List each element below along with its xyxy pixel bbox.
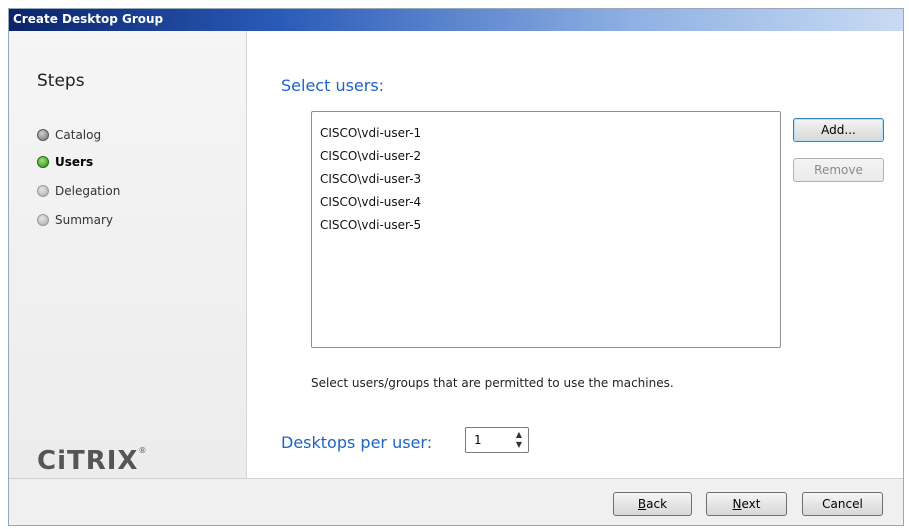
list-item[interactable]: CISCO\vdi-user-2 bbox=[312, 145, 780, 168]
light-gray-bullet-icon bbox=[37, 214, 49, 226]
wizard-footer: Back Next Cancel bbox=[9, 478, 903, 525]
citrix-logo: CiTRIX® bbox=[37, 446, 147, 476]
users-listbox[interactable]: CISCO\vdi-user-1 CISCO\vdi-user-2 CISCO\… bbox=[311, 111, 781, 348]
window-title: Create Desktop Group bbox=[13, 12, 164, 26]
step-delegation: Delegation bbox=[37, 182, 120, 200]
desktops-per-user-label: Desktops per user: bbox=[281, 433, 433, 452]
desktops-per-user-spinner[interactable]: 1 ▲ ▼ bbox=[465, 427, 529, 453]
green-bullet-icon bbox=[37, 156, 49, 168]
add-button[interactable]: Add... bbox=[793, 118, 884, 142]
next-accelerator: N bbox=[732, 497, 742, 511]
back-label-rest: ack bbox=[646, 497, 668, 511]
step-summary: Summary bbox=[37, 211, 113, 229]
step-catalog: Catalog bbox=[37, 126, 101, 144]
step-label: Catalog bbox=[55, 128, 102, 142]
cancel-button[interactable]: Cancel bbox=[802, 492, 883, 516]
select-users-hint: Select users/groups that are permitted t… bbox=[311, 376, 674, 390]
steps-sidebar: Steps Catalog Users Delegation Summary C… bbox=[9, 31, 247, 478]
back-accelerator: B bbox=[637, 497, 647, 511]
main-panel: Select users: CISCO\vdi-user-1 CISCO\vdi… bbox=[247, 31, 903, 478]
logo-text: CiTRIX bbox=[37, 446, 139, 476]
gray-bullet-icon bbox=[37, 129, 49, 141]
next-label-rest: ext bbox=[741, 497, 761, 511]
select-users-heading: Select users: bbox=[281, 76, 385, 95]
step-users: Users bbox=[37, 153, 93, 171]
up-down-arrows-icon[interactable]: ▲ ▼ bbox=[514, 430, 524, 450]
title-bar[interactable]: Create Desktop Group bbox=[9, 9, 903, 31]
list-item[interactable]: CISCO\vdi-user-4 bbox=[312, 191, 780, 214]
step-label: Users bbox=[55, 155, 94, 169]
step-label: Delegation bbox=[55, 184, 121, 198]
list-item[interactable]: CISCO\vdi-user-3 bbox=[312, 168, 780, 191]
list-item[interactable]: CISCO\vdi-user-1 bbox=[312, 122, 780, 145]
steps-heading: Steps bbox=[37, 71, 85, 91]
list-item[interactable]: CISCO\vdi-user-5 bbox=[312, 214, 780, 237]
back-button[interactable]: Back bbox=[613, 492, 692, 516]
next-button[interactable]: Next bbox=[706, 492, 787, 516]
light-gray-bullet-icon bbox=[37, 185, 49, 197]
step-label: Summary bbox=[55, 213, 113, 227]
remove-button[interactable]: Remove bbox=[793, 158, 884, 182]
desktops-per-user-value[interactable]: 1 bbox=[474, 433, 481, 447]
logo-mark: ® bbox=[138, 446, 148, 455]
create-desktop-group-window: Create Desktop Group Steps Catalog Users… bbox=[8, 8, 904, 526]
